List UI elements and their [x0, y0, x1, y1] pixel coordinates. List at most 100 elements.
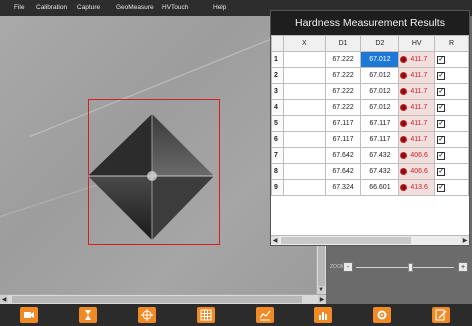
viewport-horizontal-scrollbar[interactable]: ◀ ▶ — [0, 294, 326, 304]
checkbox-icon[interactable]: ✓ — [437, 151, 446, 160]
cell-d1[interactable]: 67.642 — [324, 163, 362, 180]
cell-hv[interactable]: 411.7 — [398, 115, 436, 132]
cell-hv[interactable]: 411.7 — [398, 51, 436, 68]
cell-hv[interactable]: 406.6 — [398, 163, 436, 180]
row-index: 1 — [271, 51, 284, 68]
menu-capture[interactable]: Capture — [77, 4, 100, 11]
checkbox-icon[interactable]: ✓ — [437, 119, 446, 128]
zoom-slider-track[interactable] — [356, 267, 454, 268]
hv-status-icon — [400, 71, 408, 79]
table-row[interactable]: 8 67.642 67.432 406.6 ✓ — [271, 163, 469, 180]
cell-r[interactable]: ✓ — [434, 163, 469, 180]
zoom-slider-thumb[interactable] — [407, 263, 413, 272]
cell-hv[interactable]: 406.6 — [398, 147, 436, 164]
grid-button[interactable] — [197, 307, 215, 323]
scroll-right-arrow[interactable]: ▶ — [318, 295, 326, 303]
cell-r[interactable]: ✓ — [434, 179, 469, 196]
cell-r[interactable]: ✓ — [434, 67, 469, 84]
cell-d2[interactable]: 67.117 — [360, 131, 400, 148]
cell-d1[interactable]: 67.222 — [324, 67, 362, 84]
scroll-thumb[interactable] — [12, 296, 302, 303]
cell-x[interactable] — [282, 147, 326, 164]
table-row[interactable]: 7 67.642 67.432 406.6 ✓ — [271, 147, 469, 164]
checkbox-icon[interactable]: ✓ — [437, 135, 446, 144]
cell-d2[interactable]: 67.117 — [360, 115, 400, 132]
table-row[interactable]: 1 67.222 67.012 411.7 ✓ — [271, 51, 469, 68]
cell-x[interactable] — [282, 115, 326, 132]
table-row[interactable]: 2 67.222 67.012 411.7 ✓ — [271, 67, 469, 84]
crosshair-button[interactable] — [138, 307, 156, 323]
cell-x[interactable] — [282, 83, 326, 100]
cell-d2[interactable]: 66.601 — [360, 179, 400, 196]
scroll-left-arrow[interactable]: ◀ — [0, 295, 8, 303]
cell-d1[interactable]: 67.642 — [324, 147, 362, 164]
menu-help[interactable]: Help — [213, 4, 226, 11]
table-row[interactable]: 6 67.117 67.117 411.7 ✓ — [271, 131, 469, 148]
table-row[interactable]: 5 67.117 67.117 411.7 ✓ — [271, 115, 469, 132]
edit-button[interactable] — [432, 307, 450, 323]
scroll-left-arrow[interactable]: ◀ — [271, 236, 279, 244]
menu-file[interactable]: File — [14, 4, 24, 11]
cell-x[interactable] — [282, 99, 326, 116]
hv-status-icon — [400, 119, 408, 127]
column-header-x[interactable]: X — [282, 35, 326, 52]
zoom-in-button[interactable]: + — [458, 262, 468, 272]
column-header-d2[interactable]: D2 — [360, 35, 400, 52]
cell-d1[interactable]: 67.117 — [324, 131, 362, 148]
column-header-r[interactable]: R — [434, 35, 469, 52]
timer-button[interactable] — [79, 307, 97, 323]
cell-x[interactable] — [282, 163, 326, 180]
table-row[interactable]: 3 67.222 67.012 411.7 ✓ — [271, 83, 469, 100]
bar-chart-button[interactable] — [314, 307, 332, 323]
cell-d1[interactable]: 67.222 — [324, 51, 362, 68]
cell-d1[interactable]: 67.222 — [324, 83, 362, 100]
cell-r[interactable]: ✓ — [434, 99, 469, 116]
scroll-right-arrow[interactable]: ▶ — [461, 236, 469, 244]
checkbox-icon[interactable]: ✓ — [437, 167, 446, 176]
column-header-hv[interactable]: HV — [398, 35, 436, 52]
menu-hvtouch[interactable]: HVTouch — [162, 4, 188, 11]
cell-r[interactable]: ✓ — [434, 115, 469, 132]
cell-d1[interactable]: 67.117 — [324, 115, 362, 132]
cell-d1[interactable]: 67.324 — [324, 179, 362, 196]
cell-hv[interactable]: 411.7 — [398, 99, 436, 116]
checkbox-icon[interactable]: ✓ — [437, 103, 446, 112]
table-row[interactable]: 4 67.222 67.012 411.7 ✓ — [271, 99, 469, 116]
results-horizontal-scrollbar[interactable]: ◀ ▶ — [271, 235, 469, 245]
cell-hv[interactable]: 411.7 — [398, 67, 436, 84]
checkbox-icon[interactable]: ✓ — [437, 87, 446, 96]
camera-button[interactable] — [20, 307, 38, 323]
zoom-out-button[interactable]: - — [343, 262, 353, 272]
cell-x[interactable] — [282, 51, 326, 68]
cell-hv[interactable]: 413.6 — [398, 179, 436, 196]
cell-r[interactable]: ✓ — [434, 83, 469, 100]
cell-d1[interactable]: 67.222 — [324, 99, 362, 116]
cell-d2[interactable]: 67.012 — [360, 99, 400, 116]
hv-status-icon — [400, 183, 408, 191]
menu-geomeasure[interactable]: GeoMeasure — [116, 4, 154, 11]
checkbox-icon[interactable]: ✓ — [437, 71, 446, 80]
scroll-down-arrow[interactable]: ▼ — [317, 286, 325, 294]
settings-button[interactable] — [373, 307, 391, 323]
cell-d2[interactable]: 67.432 — [360, 147, 400, 164]
cell-d2[interactable]: 67.012 — [360, 83, 400, 100]
cell-hv[interactable]: 411.7 — [398, 83, 436, 100]
cell-x[interactable] — [282, 179, 326, 196]
cell-hv[interactable]: 411.7 — [398, 131, 436, 148]
scroll-thumb[interactable] — [281, 237, 411, 244]
cell-x[interactable] — [282, 67, 326, 84]
menu-calibration[interactable]: Calibration — [36, 4, 67, 11]
vickers-indent — [88, 114, 214, 240]
line-chart-button[interactable] — [256, 307, 274, 323]
cell-r[interactable]: ✓ — [434, 131, 469, 148]
cell-d2[interactable]: 67.432 — [360, 163, 400, 180]
cell-d2[interactable]: 67.012 — [360, 51, 400, 68]
column-header-d1[interactable]: D1 — [324, 35, 362, 52]
checkbox-icon[interactable]: ✓ — [437, 55, 446, 64]
cell-d2[interactable]: 67.012 — [360, 67, 400, 84]
cell-r[interactable]: ✓ — [434, 147, 469, 164]
table-row[interactable]: 9 67.324 66.601 413.6 ✓ — [271, 179, 469, 196]
cell-x[interactable] — [282, 131, 326, 148]
cell-r[interactable]: ✓ — [434, 51, 469, 68]
checkbox-icon[interactable]: ✓ — [437, 183, 446, 192]
